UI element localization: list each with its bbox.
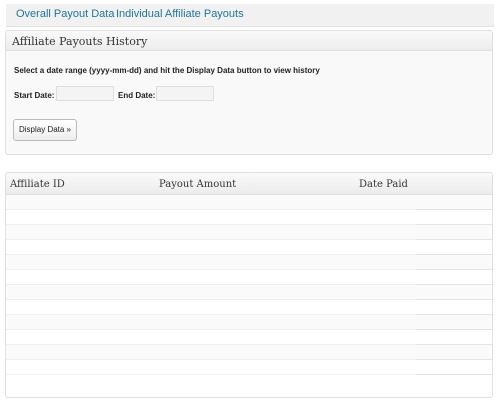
tab-overall-payout-data[interactable]: Overall Payout Data [16, 8, 114, 20]
panel-title: Affiliate Payouts History [6, 31, 492, 51]
table-row [6, 225, 492, 240]
affiliate-payouts-history-panel: Affiliate Payouts History Select a date … [5, 30, 493, 155]
row-divider [416, 374, 492, 375]
instructions-text: Select a date range (yyyy-mm-dd) and hit… [14, 66, 320, 75]
table-row [6, 195, 492, 210]
table-header: Affiliate ID Payout Amount Date Paid [6, 173, 492, 195]
tab-bar: Overall Payout Data Individual Affiliate… [6, 4, 494, 27]
column-header-date-paid: Date Paid [359, 179, 408, 190]
table-row [6, 210, 492, 225]
table-row [6, 255, 492, 270]
table-row [6, 300, 492, 315]
table-row [6, 270, 492, 285]
table-row [6, 360, 492, 375]
end-date-label: End Date: [118, 91, 156, 100]
end-date-field[interactable] [156, 86, 214, 101]
table-body [6, 195, 492, 375]
display-data-button[interactable]: Display Data » [13, 119, 77, 141]
payouts-table: Affiliate ID Payout Amount Date Paid [5, 172, 493, 398]
column-header-affiliate-id: Affiliate ID [10, 179, 65, 190]
start-date-field[interactable] [56, 86, 114, 101]
table-row [6, 345, 492, 360]
table-row [6, 315, 492, 330]
start-date-label: Start Date: [14, 91, 55, 100]
table-row [6, 330, 492, 345]
tab-individual-affiliate-payouts[interactable]: Individual Affiliate Payouts [116, 8, 244, 20]
table-row [6, 240, 492, 255]
table-row [6, 285, 492, 300]
column-header-payout-amount: Payout Amount [159, 179, 237, 190]
